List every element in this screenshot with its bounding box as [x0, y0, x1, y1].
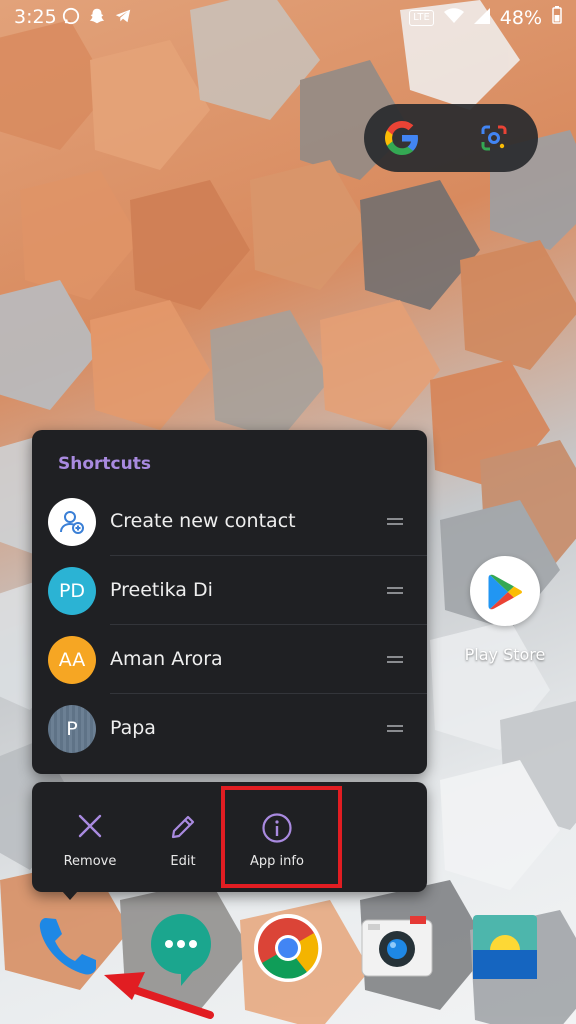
shortcut-preetika-di[interactable]: PD Preetika Di: [32, 557, 427, 625]
shortcut-papa[interactable]: P Papa: [32, 695, 427, 763]
camera-icon: [360, 916, 434, 986]
play-store-icon: [488, 573, 524, 615]
battery-icon: [552, 6, 562, 29]
gallery-app[interactable]: [470, 912, 540, 986]
system-icons: LTE 48%: [409, 6, 562, 29]
drag-handle-icon[interactable]: [387, 725, 403, 733]
status-bar: 3:25 LTE 48%: [0, 0, 576, 34]
camera-app[interactable]: [360, 912, 433, 986]
drag-handle-icon[interactable]: [387, 656, 403, 664]
drag-handle-icon[interactable]: [387, 587, 403, 595]
status-time: 3:25: [14, 6, 57, 28]
phone-icon: [34, 918, 106, 988]
notification-icons: [62, 7, 132, 30]
snapchat-icon: [88, 7, 106, 30]
chrome-icon: [252, 914, 324, 988]
google-search-widget[interactable]: [364, 104, 538, 172]
shortcut-label: Create new contact: [110, 510, 296, 532]
divider: [110, 555, 427, 556]
menu-pointer: [62, 891, 78, 900]
network-badge: LTE: [409, 9, 434, 26]
avatar: PD: [48, 567, 96, 615]
drag-handle-icon[interactable]: [387, 518, 403, 526]
avatar: AA: [48, 636, 96, 684]
shortcuts-menu: Shortcuts Create new contact PD Preetika…: [32, 430, 427, 774]
battery-percent: 48%: [499, 6, 542, 29]
telegram-icon: [114, 7, 132, 30]
edit-button[interactable]: Edit: [133, 782, 233, 892]
play-store-label: Play Store: [464, 645, 546, 664]
shortcut-label: Papa: [110, 717, 156, 739]
pencil-icon: [168, 812, 198, 846]
whatsapp-icon: [62, 7, 80, 30]
divider: [110, 624, 427, 625]
phone-app[interactable]: [34, 912, 104, 986]
close-icon: [76, 812, 104, 844]
remove-label: Remove: [63, 854, 117, 869]
gallery-icon: [470, 915, 540, 986]
remove-button[interactable]: Remove: [40, 782, 140, 892]
google-lens-icon[interactable]: [480, 124, 508, 156]
chrome-app[interactable]: [252, 912, 322, 986]
shortcut-aman-arora[interactable]: AA Aman Arora: [32, 626, 427, 694]
messages-icon: [146, 914, 216, 990]
shortcut-create-new-contact[interactable]: Create new contact: [32, 488, 427, 556]
shortcut-label: Preetika Di: [110, 579, 213, 601]
messages-app[interactable]: [146, 912, 216, 986]
app-info-highlight-box: [221, 786, 342, 888]
shortcuts-title: Shortcuts: [58, 454, 151, 474]
shortcut-label: Aman Arora: [110, 648, 223, 670]
edit-label: Edit: [170, 854, 196, 869]
divider: [110, 693, 427, 694]
avatar: P: [48, 705, 96, 753]
signal-icon: [473, 7, 490, 29]
wifi-icon: [443, 7, 464, 29]
play-store-app[interactable]: [470, 556, 540, 626]
add-contact-icon: [48, 498, 96, 546]
google-g-icon[interactable]: [382, 118, 422, 162]
